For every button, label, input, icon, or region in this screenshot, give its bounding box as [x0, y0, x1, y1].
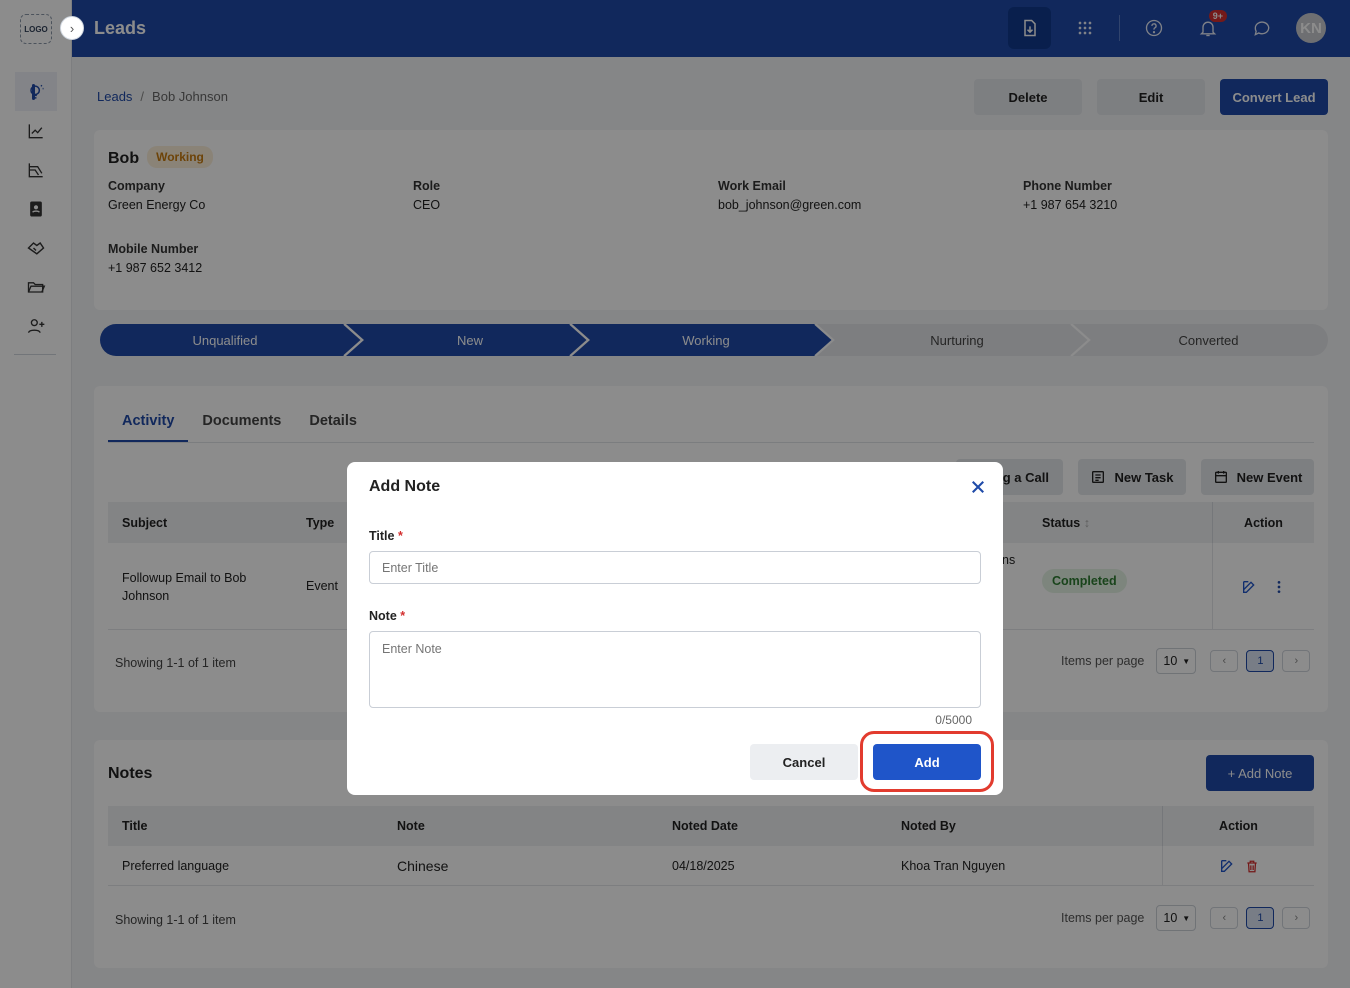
title-field-label: Title *	[369, 529, 403, 543]
title-input[interactable]	[369, 551, 981, 584]
chevron-right-icon: ›	[69, 20, 75, 36]
cancel-button[interactable]: Cancel	[750, 744, 858, 780]
note-textarea[interactable]	[369, 631, 981, 708]
title-label-text: Title	[369, 529, 395, 543]
dialog-title: Add Note	[369, 478, 441, 495]
sidebar-toggle-button[interactable]: ›	[60, 16, 84, 40]
note-label-text: Note	[369, 609, 397, 623]
highlight-annotation	[860, 731, 994, 792]
required-mark: *	[400, 609, 406, 623]
note-field-label: Note *	[369, 609, 405, 623]
character-counter: 0/5000	[935, 713, 972, 727]
required-mark: *	[397, 529, 403, 543]
close-icon[interactable]	[969, 478, 987, 496]
